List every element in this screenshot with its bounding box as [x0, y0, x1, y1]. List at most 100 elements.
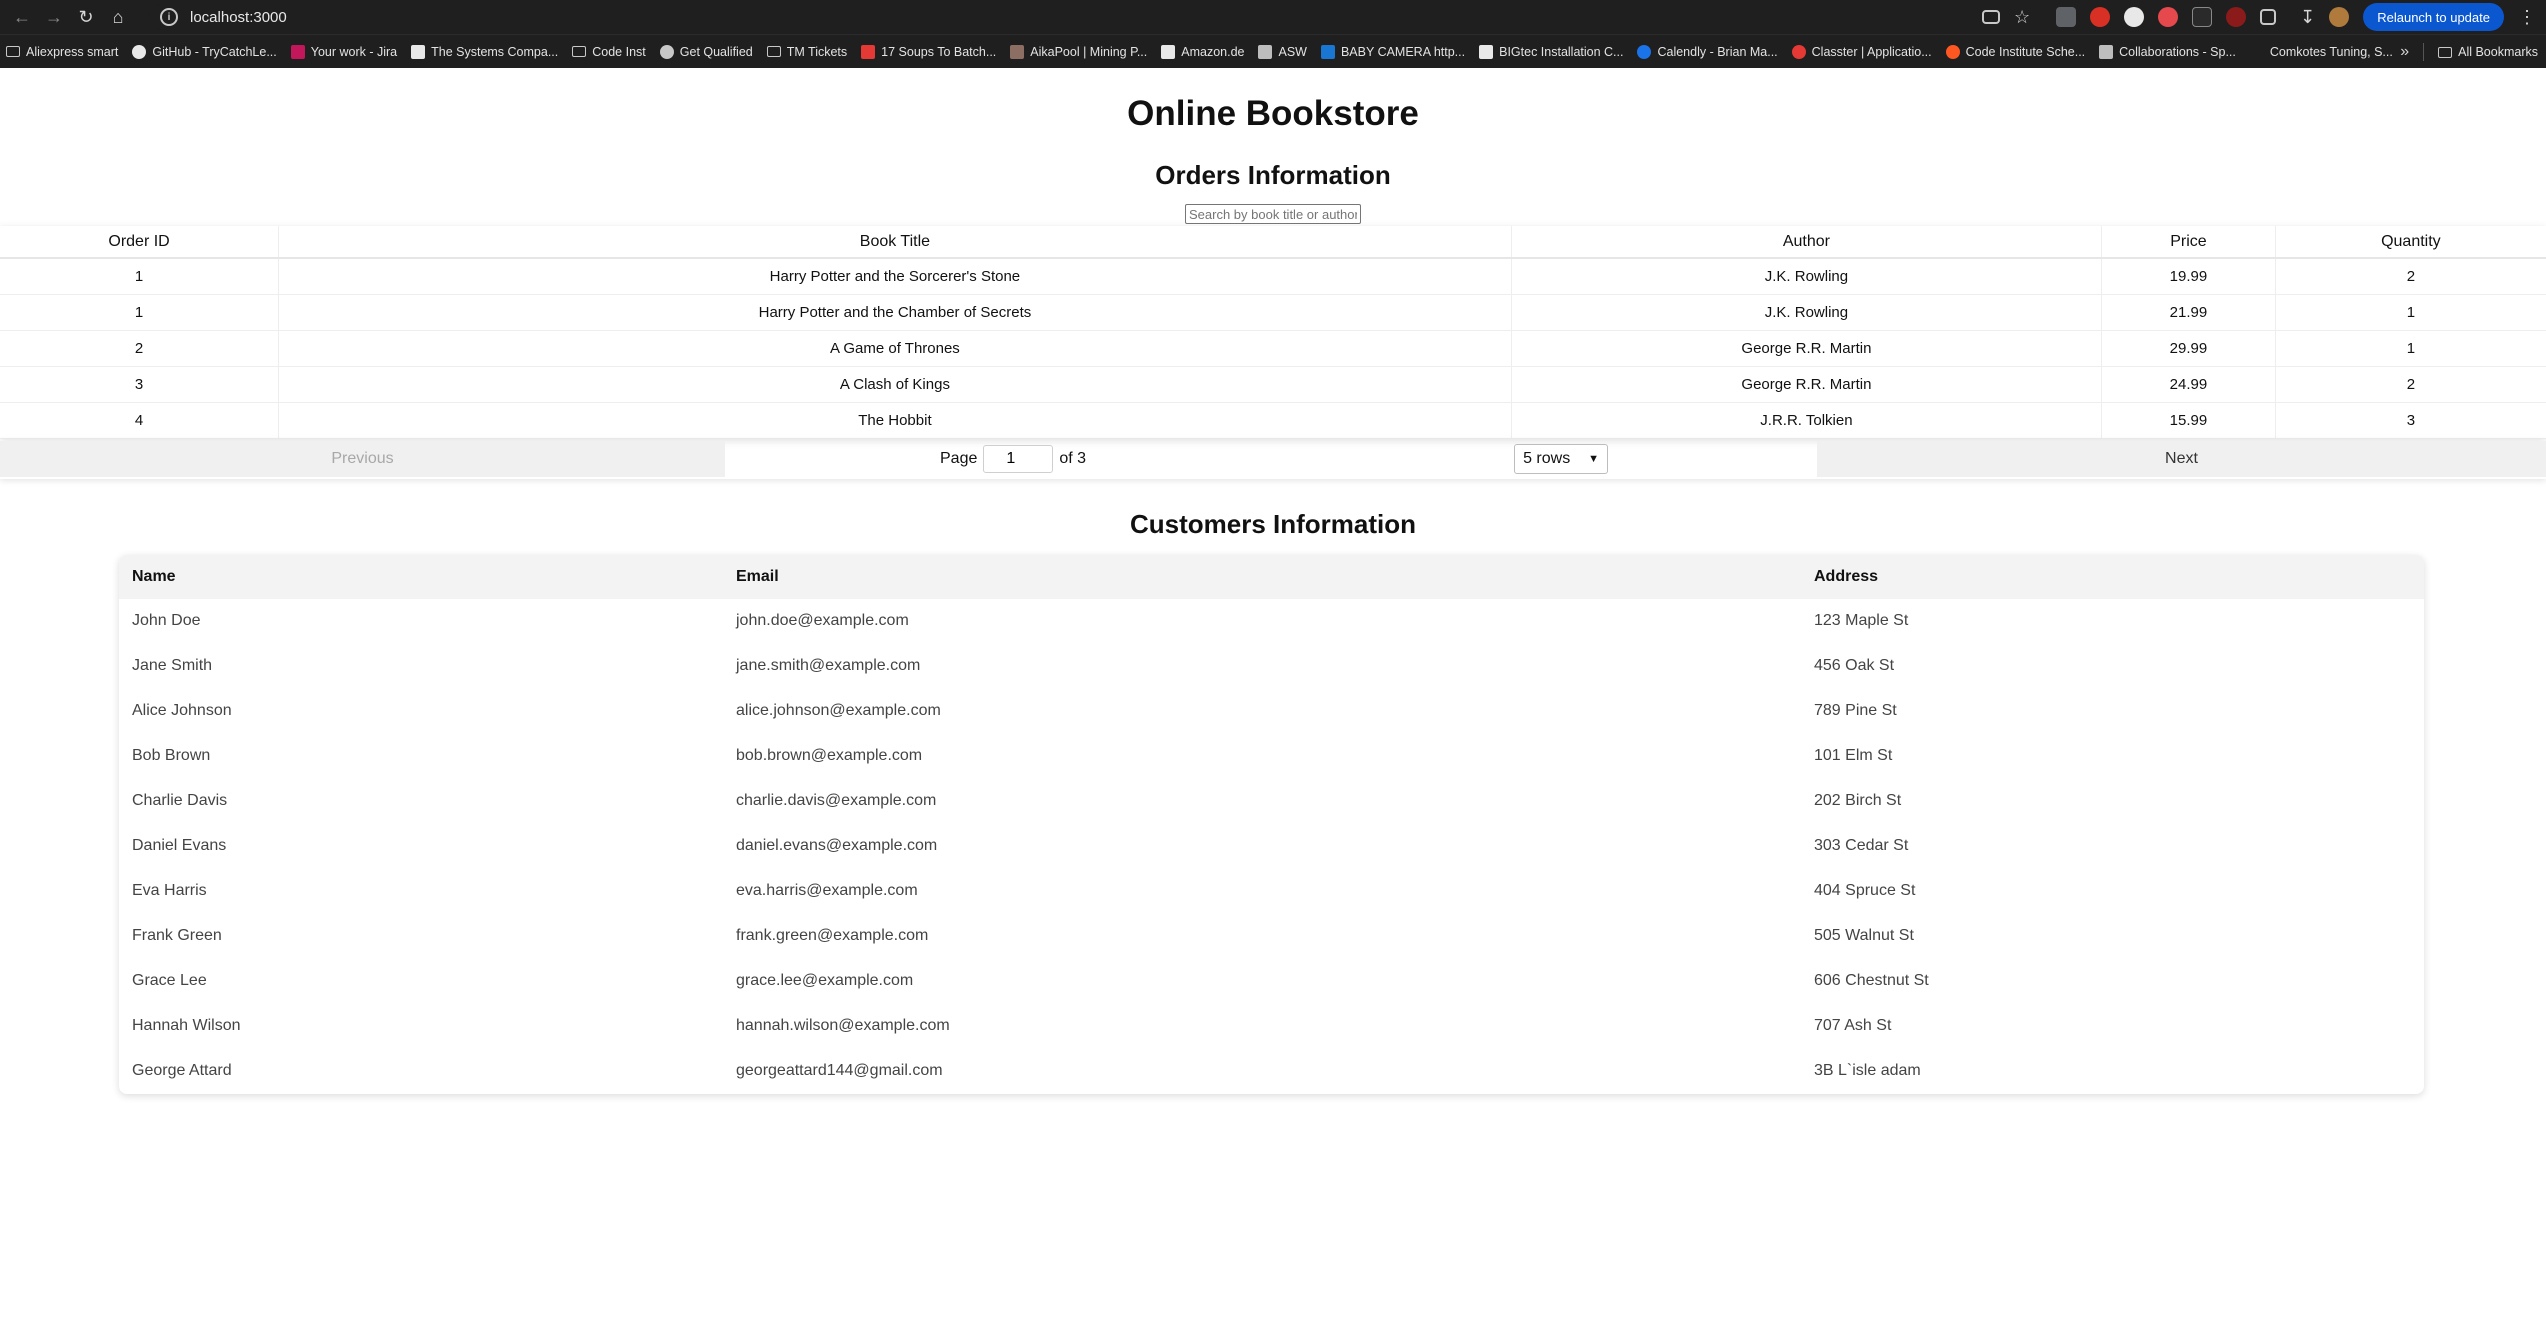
blank-icon — [2249, 44, 2264, 59]
bookmark-item[interactable]: Code Inst — [572, 45, 646, 59]
bookmark-item[interactable]: BABY CAMERA http... — [1320, 44, 1465, 59]
install-app-icon[interactable] — [1982, 10, 2000, 24]
table-cell: 1 — [2275, 330, 2546, 367]
table-row: Jane Smith jane.smith@example.com 456 Oak … — [119, 644, 2424, 689]
bookmark-item[interactable]: The Systems Compa... — [411, 44, 558, 59]
table-row: John Doe john.doe@example.com 123 Maple St — [119, 599, 2424, 644]
table-cell: George Attard — [132, 1062, 232, 1079]
page-total: of 3 — [1059, 449, 1087, 467]
table-cell: 21.99 — [2101, 294, 2276, 331]
back-icon[interactable]: ← — [8, 3, 36, 31]
address-url[interactable]: localhost:3000 — [190, 9, 287, 26]
table-row: Alice Johnson alice.johnson@example.com 78… — [119, 689, 2424, 734]
browser-toolbar: ← → ↻ ⌂ i localhost:3000 ☆ ↧ Relaunch to… — [0, 0, 2546, 34]
bookmark-item[interactable]: Get Qualified — [659, 44, 753, 59]
adblock-icon[interactable] — [2158, 7, 2179, 27]
bookmark-item[interactable]: ASW — [1258, 44, 1307, 59]
customers-header-row: Name Email Address — [119, 554, 2424, 599]
table-cell: 4 — [0, 402, 280, 439]
table-cell: Frank Green — [132, 927, 222, 944]
table-row: Frank Green frank.green@example.com 505 Wa… — [119, 914, 2424, 959]
table-cell: 1 — [0, 258, 280, 295]
previous-button[interactable]: Previous — [0, 440, 725, 477]
bookmark-item[interactable]: GitHub - TryCatchLe... — [132, 44, 277, 59]
folder-icon — [766, 45, 781, 59]
extension-icon[interactable] — [2056, 7, 2077, 27]
bookmark-item[interactable]: AikaPool | Mining P... — [1010, 44, 1147, 59]
table-cell: frank.green@example.com — [736, 927, 929, 944]
bookmark-label: ASW — [1278, 44, 1307, 59]
table-cell: A Game of Thrones — [278, 330, 1512, 367]
table-row: Daniel Evans daniel.evans@example.com 303 … — [119, 824, 2424, 869]
amazon-icon — [1161, 44, 1176, 59]
bookmark-item[interactable]: Collaborations - Sp... — [2099, 44, 2236, 59]
table-cell: 505 Walnut St — [1814, 927, 1914, 944]
table-row: Grace Lee grace.lee@example.com 606 Chestn… — [119, 959, 2424, 1004]
bookmark-item[interactable]: Your work - Jira — [290, 44, 398, 59]
profile-avatar[interactable] — [2329, 7, 2350, 27]
table-cell: J.R.R. Tolkien — [1511, 402, 2103, 439]
rows-per-page-select[interactable]: 5 rows ▼ — [1514, 443, 1609, 474]
table-cell: 789 Pine St — [1814, 702, 1897, 719]
orders-column-header[interactable]: Quantity — [2275, 226, 2546, 259]
orders-header-row: Order ID Book Title Author Price Quantity — [0, 226, 2546, 259]
extensions-puzzle-icon[interactable] — [2260, 9, 2277, 25]
table-row: Eva Harris eva.harris@example.com 404 Spru… — [119, 869, 2424, 914]
orders-column-header[interactable]: Book Title — [278, 226, 1512, 259]
home-icon[interactable]: ⌂ — [104, 3, 132, 31]
extension-stop-icon[interactable] — [2226, 7, 2247, 27]
pagination: Previous Page of 3 5 rows ▼ Next — [0, 439, 2546, 479]
bookmark-label: Your work - Jira — [310, 44, 398, 59]
table-cell: 1 — [0, 294, 280, 331]
reload-icon[interactable]: ↻ — [72, 3, 100, 31]
address-bar[interactable]: i localhost:3000 — [148, 4, 2014, 30]
bookmark-item[interactable]: Code Institute Sche... — [1945, 44, 2085, 59]
bookmark-item[interactable]: Classter | Applicatio... — [1791, 44, 1932, 59]
table-row: 3A Clash of Kings George R.R. Martin 24.99… — [0, 366, 2546, 403]
bookmark-item[interactable]: Calendly - Brian Ma... — [1637, 44, 1778, 59]
bookmark-label: Classter | Applicatio... — [1811, 44, 1932, 59]
relaunch-button[interactable]: Relaunch to update — [2363, 3, 2504, 31]
all-bookmarks-label: All Bookmarks — [2458, 45, 2538, 59]
bookmark-star-icon[interactable]: ☆ — [2014, 7, 2030, 28]
bookmark-item[interactable]: Comkotes Tuning, S... — [2249, 44, 2393, 59]
table-cell: Alice Johnson — [132, 702, 232, 719]
calendly-icon — [1637, 44, 1652, 59]
extension-dark-icon[interactable] — [2192, 7, 2213, 27]
bookmark-item[interactable]: Aliexpress smart — [6, 45, 118, 59]
next-button[interactable]: Next — [1817, 440, 2546, 477]
customers-column-header: Name — [119, 554, 723, 599]
bookmarks-bar: Aliexpress smart GitHub - TryCatchLe... Yo… — [0, 34, 2546, 68]
bookmark-item[interactable]: 17 Soups To Batch... — [861, 44, 996, 59]
menu-kebab-icon[interactable]: ⋮ — [2518, 7, 2536, 28]
table-row: George Attard georgeattard144@gmail.com 3B… — [119, 1049, 2424, 1094]
classter-icon — [1791, 44, 1806, 59]
table-cell: Harry Potter and the Sorcerer's Stone — [278, 258, 1512, 295]
site-info-icon[interactable]: i — [160, 8, 178, 26]
search-input[interactable] — [1185, 204, 1361, 224]
more-bookmarks-icon[interactable]: » — [2400, 43, 2409, 61]
folder-icon — [572, 45, 587, 59]
forward-icon[interactable]: → — [40, 3, 68, 31]
orders-column-header[interactable]: Price — [2101, 226, 2276, 259]
table-cell: 24.99 — [2101, 366, 2276, 403]
orders-column-header[interactable]: Order ID — [0, 226, 280, 259]
bigtec-icon — [1479, 44, 1494, 59]
bookmark-item[interactable]: BIGtec Installation C... — [1479, 44, 1623, 59]
bookmark-item[interactable]: TM Tickets — [766, 45, 847, 59]
table-cell: Hannah Wilson — [132, 1017, 241, 1034]
table-cell: john.doe@example.com — [736, 612, 909, 629]
download-icon[interactable]: ↧ — [2300, 7, 2315, 28]
orders-column-header[interactable]: Author — [1511, 226, 2103, 259]
table-cell: 456 Oak St — [1814, 657, 1895, 674]
page-number-input[interactable] — [983, 444, 1054, 473]
jira-icon — [290, 44, 305, 59]
all-bookmarks[interactable]: All Bookmarks — [2438, 45, 2538, 59]
table-cell: 202 Birch St — [1814, 792, 1902, 809]
extension-red-icon[interactable] — [2090, 7, 2111, 27]
extension-white-icon[interactable] — [2124, 7, 2145, 27]
bookmark-item[interactable]: Amazon.de — [1161, 44, 1244, 59]
table-cell: J.K. Rowling — [1511, 258, 2103, 295]
table-cell: Charlie Davis — [132, 792, 228, 809]
table-cell: 707 Ash St — [1814, 1017, 1892, 1034]
